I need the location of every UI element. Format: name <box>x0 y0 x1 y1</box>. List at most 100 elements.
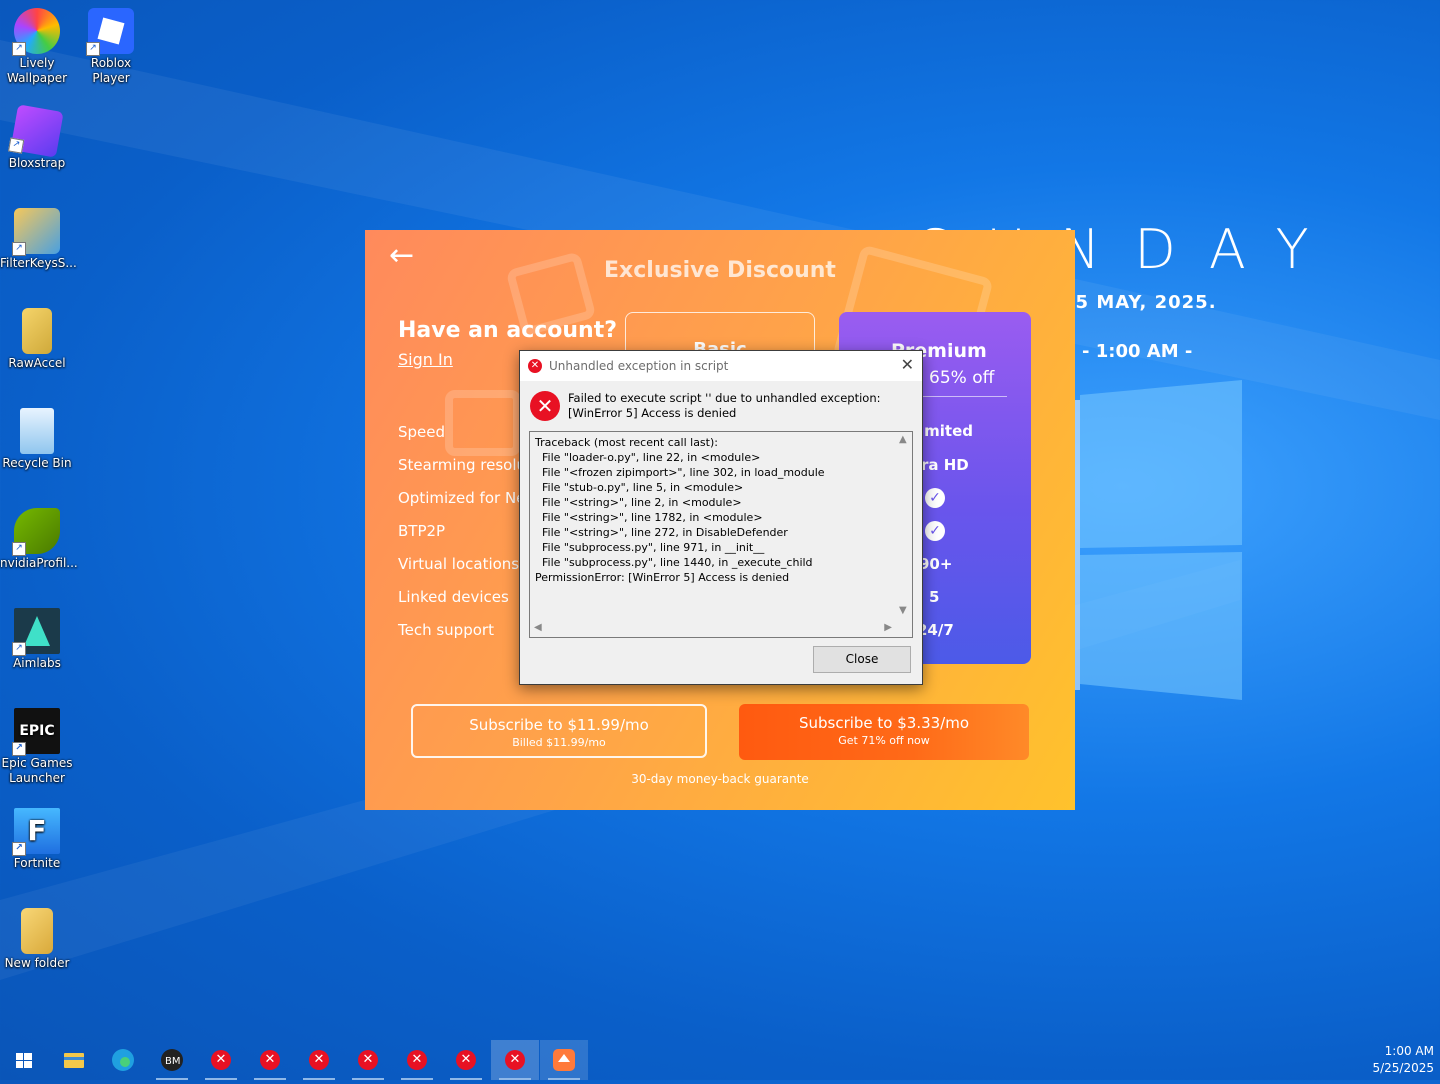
icon-label: Aimlabs <box>13 656 61 670</box>
desktop-icon-aimlabs[interactable]: ↗ Aimlabs <box>0 608 74 671</box>
error-message: Failed to execute script '' due to unhan… <box>568 391 881 420</box>
icon-label: Roblox <box>90 56 132 70</box>
taskbar-clock[interactable]: 1:00 AM 5/25/2025 <box>1372 1043 1434 1077</box>
button-sublabel: Get 71% off now <box>838 734 930 747</box>
svg-text:BM: BM <box>165 1056 181 1067</box>
check-icon: ✓ <box>925 521 945 541</box>
recycle-bin-icon <box>20 408 54 454</box>
fortnite-icon: F ↗ <box>12 808 60 856</box>
plan-value: imited <box>919 422 973 440</box>
taskbar-error-window[interactable]: ✕ <box>246 1040 294 1080</box>
error-dialog: ✕ Unhandled exception in script ✕ ✕ Fail… <box>519 350 923 685</box>
roblox-icon: ↗ <box>86 8 134 56</box>
close-button[interactable]: Close <box>813 646 911 673</box>
taskbar-error-window[interactable]: ✕ <box>344 1040 392 1080</box>
icon-label: FilterKeysS... <box>0 256 77 270</box>
feature-label: Tech support <box>398 621 494 639</box>
error-icon: ✕ <box>530 391 560 421</box>
taskbar-error-window[interactable]: ✕ <box>295 1040 343 1080</box>
taskbar-error-window[interactable]: ✕ <box>442 1040 490 1080</box>
button-sublabel: Billed $11.99/mo <box>512 736 606 749</box>
desktop-icon-rawaccel[interactable]: RawAccel <box>0 308 74 371</box>
horizontal-scrollbar[interactable]: ◀ ▶ <box>530 620 896 637</box>
feature-label: BTP2P <box>398 522 446 540</box>
icon-label: Wallpaper <box>6 71 68 85</box>
icon-label: Bloxstrap <box>8 156 66 170</box>
error-icon: ✕ <box>456 1050 476 1070</box>
desktop-icon-filterkeys[interactable]: ↗ FilterKeysS... <box>0 208 77 271</box>
clock-date: 5/25/2025 <box>1372 1061 1434 1075</box>
desktop-icon-recycle-bin[interactable]: Recycle Bin <box>0 408 74 471</box>
desktop-icon-fortnite[interactable]: F ↗ Fortnite <box>0 808 74 871</box>
clock-time: 1:00 AM <box>1384 1044 1434 1058</box>
subscribe-premium-button[interactable]: Subscribe to $3.33/mo Get 71% off now <box>739 704 1029 760</box>
feature-label: Virtual locations <box>398 555 520 573</box>
error-icon: ✕ <box>309 1050 329 1070</box>
aimlabs-icon: ↗ <box>12 608 60 656</box>
vpn-app-icon <box>553 1049 575 1071</box>
icon-label: Player <box>92 71 130 85</box>
close-icon[interactable]: ✕ <box>901 355 914 374</box>
check-icon: ✓ <box>925 488 945 508</box>
desktop-icon-bloxstrap[interactable]: ↗ Bloxstrap <box>0 104 74 171</box>
scroll-right-icon[interactable]: ▶ <box>884 622 892 633</box>
icon-label: New folder <box>4 956 70 970</box>
dialog-title: Unhandled exception in script <box>549 359 729 373</box>
taskbar-error-window[interactable]: ✕ <box>197 1040 245 1080</box>
dialog-titlebar[interactable]: ✕ Unhandled exception in script ✕ <box>520 351 922 381</box>
filterkeys-icon: ↗ <box>12 208 60 256</box>
nvidia-icon: ↗ <box>12 508 60 556</box>
bloxstrap-icon: ↗ <box>8 104 64 158</box>
icon-label: Recycle Bin <box>2 456 72 470</box>
error-icon: ✕ <box>528 359 542 373</box>
button-label: Subscribe to $3.33/mo <box>798 714 970 732</box>
feature-label: Linked devices <box>398 588 509 606</box>
icon-label: Fortnite <box>13 856 61 870</box>
icon-label: Lively <box>19 56 55 70</box>
taskbar-app-bm[interactable]: BM <box>148 1040 196 1080</box>
plan-value: 5 <box>929 588 940 606</box>
epic-games-icon: EPIC ↗ <box>12 708 60 756</box>
icon-label: nvidiaProfil... <box>0 556 78 570</box>
traceback-textbox[interactable]: Traceback (most recent call last): File … <box>529 431 913 638</box>
plan-discount: 65% off <box>929 368 995 388</box>
taskbar-edge[interactable] <box>99 1040 147 1080</box>
scroll-left-icon[interactable]: ◀ <box>534 622 542 633</box>
taskbar-file-explorer[interactable] <box>50 1040 98 1080</box>
feature-label: Stearming resolut <box>398 456 532 474</box>
icon-label: RawAccel <box>8 356 66 370</box>
sign-in-link[interactable]: Sign In <box>398 350 453 369</box>
start-button[interactable] <box>0 1040 48 1080</box>
guarantee-text: 30-day money-back guarante <box>631 772 809 786</box>
promo-title: Exclusive Discount <box>604 258 836 283</box>
lively-wallpaper-icon: ↗ <box>12 8 60 56</box>
scroll-down-icon[interactable]: ▼ <box>899 605 907 616</box>
desktop-icon-new-folder[interactable]: New folder <box>0 908 74 971</box>
edge-icon <box>112 1049 134 1071</box>
icon-label: Epic Games <box>1 756 73 770</box>
file-explorer-icon <box>64 1053 84 1068</box>
taskbar-error-window-active[interactable]: ✕ <box>491 1040 539 1080</box>
plan-value: ra HD <box>921 456 969 474</box>
folder-zip-icon <box>22 308 52 354</box>
desktop-icon-epic-games[interactable]: EPIC ↗ Epic Games Launcher <box>0 708 74 786</box>
icon-label: Launcher <box>9 771 65 785</box>
taskbar-vpn-app[interactable] <box>540 1040 588 1080</box>
have-account-heading: Have an account? <box>398 318 617 343</box>
desktop-icon-lively-wallpaper[interactable]: ↗ Lively Wallpaper <box>0 8 74 86</box>
feature-label: Optimized for Ne <box>398 489 526 507</box>
widget-time: - 1:00 AM - <box>1082 341 1193 362</box>
error-icon: ✕ <box>211 1050 231 1070</box>
scroll-up-icon[interactable]: ▲ <box>899 434 907 445</box>
error-icon: ✕ <box>358 1050 378 1070</box>
taskbar-error-window[interactable]: ✕ <box>393 1040 441 1080</box>
desktop-icon-nvidia-profile[interactable]: ↗ nvidiaProfil... <box>0 508 78 571</box>
vertical-scrollbar[interactable]: ▲ ▼ <box>896 432 912 618</box>
widget-date: 25 MAY, 2025. <box>1062 292 1217 313</box>
windows-start-icon <box>16 1053 32 1068</box>
subscribe-basic-button[interactable]: Subscribe to $11.99/mo Billed $11.99/mo <box>411 704 707 758</box>
button-label: Subscribe to $11.99/mo <box>469 716 649 734</box>
bm-app-icon: BM <box>161 1049 183 1071</box>
desktop-icon-roblox-player[interactable]: ↗ Roblox Player <box>74 8 148 86</box>
traceback-text: Traceback (most recent call last): File … <box>535 436 825 584</box>
